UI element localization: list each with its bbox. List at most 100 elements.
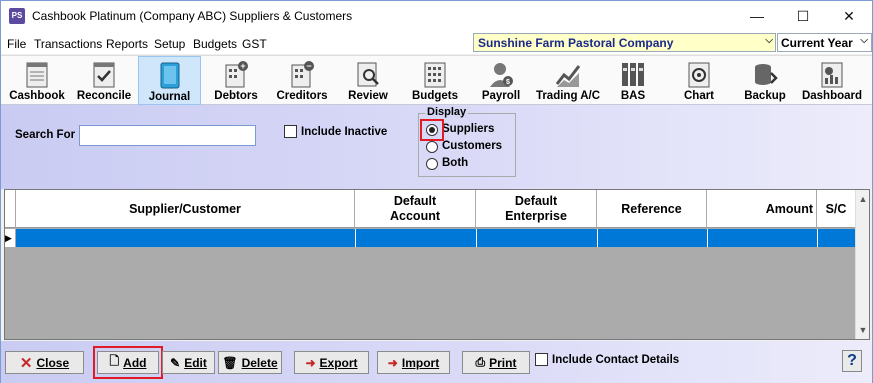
col-reference[interactable]: Reference [597, 190, 707, 228]
print-button[interactable]: ⎙ Print [462, 351, 530, 374]
toolbar-label: Budgets [412, 90, 458, 102]
close-window-button[interactable]: ✕ [826, 1, 872, 32]
toolbar-label: Backup [744, 90, 786, 102]
grid-corner [5, 190, 16, 228]
help-button[interactable]: ? [842, 350, 862, 372]
col-supplier-customer[interactable]: Supplier/Customer [16, 190, 355, 228]
row-indicator-icon: ▶ [5, 229, 16, 247]
close-button[interactable]: ✕ Close [5, 351, 84, 374]
trading-icon [555, 65, 581, 87]
import-icon: ➜ [387, 355, 398, 370]
grid-scrollbar[interactable]: ▲ ▼ [855, 190, 869, 339]
creditors-icon: − [291, 61, 314, 88]
export-button[interactable]: ➜ Export [294, 351, 369, 374]
import-button-label: Import [401, 355, 440, 370]
journal-icon [160, 62, 179, 89]
cell-divider [476, 229, 477, 247]
toolbar-review[interactable]: Review [340, 56, 396, 105]
highlight-box [93, 346, 163, 379]
include-inactive-checkbox[interactable] [284, 125, 297, 138]
close-x-icon: ✕ [19, 354, 33, 372]
menu-setup[interactable]: Setup [154, 37, 185, 51]
radio-customers[interactable] [426, 141, 438, 153]
scroll-up-icon[interactable]: ▲ [856, 192, 870, 206]
delete-button-label: Delete [241, 355, 278, 370]
toolbar-label: Trading A/C [535, 90, 601, 102]
toolbar-trading[interactable]: Trading A/C [532, 56, 604, 105]
col-amount[interactable]: Amount [707, 190, 817, 228]
backup-icon [755, 64, 778, 85]
toolbar-label: Chart [683, 90, 715, 102]
toolbar-label: Journal [148, 91, 191, 103]
debtors-icon: + [225, 61, 248, 88]
toolbar-reconcile[interactable]: Reconcile [72, 56, 136, 105]
import-button[interactable]: ➜ Import [377, 351, 450, 374]
edit-button-label: Edit [184, 355, 207, 370]
company-select[interactable]: Sunshine Farm Pastoral Company ⌵ [473, 33, 776, 52]
minimize-button[interactable]: — [734, 1, 780, 32]
toolbar-bas[interactable]: BAS [610, 56, 656, 105]
menu-transactions[interactable]: Transactions [34, 37, 102, 51]
include-contact-details-checkbox[interactable] [535, 353, 548, 366]
dashboard-icon [821, 62, 843, 88]
delete-button[interactable]: 🗑 Delete [218, 351, 282, 374]
reconcile-icon [93, 62, 115, 88]
cell-divider [817, 229, 818, 247]
radio-suppliers-label: Suppliers [442, 123, 495, 135]
toolbar-label: Cashbook [9, 90, 65, 102]
export-icon: ➜ [305, 355, 316, 370]
app-window: PS Cashbook Platinum (Company ABC) Suppl… [0, 0, 873, 383]
toolbar-payroll[interactable]: $ Payroll [475, 56, 527, 105]
toolbar-label: Dashboard [801, 90, 863, 102]
col-sc[interactable]: S/C [817, 190, 855, 228]
year-select[interactable]: Current Year ⌵ [777, 33, 872, 52]
toolbar-chart[interactable]: Chart [672, 56, 726, 105]
menu-reports[interactable]: Reports [106, 37, 148, 51]
table-row[interactable] [16, 229, 855, 247]
search-panel: Search For Include Inactive Display Supp… [1, 105, 872, 189]
toolbar-label: Payroll [481, 90, 521, 102]
trash-icon: 🗑 [222, 355, 238, 370]
budgets-icon [424, 62, 446, 88]
toolbar-journal[interactable]: Journal [138, 56, 201, 105]
radio-both-label: Both [442, 157, 469, 169]
toolbar-dashboard[interactable]: Dashboard [798, 56, 866, 105]
bas-icon [622, 63, 644, 86]
menu-file[interactable]: File [7, 37, 26, 51]
suppliers-grid[interactable]: Supplier/Customer Default Account Defaul… [4, 189, 870, 340]
grid-header: Supplier/Customer Default Account Defaul… [5, 190, 855, 228]
col-default-account[interactable]: Default Account [355, 190, 476, 228]
chevron-down-icon: ⌵ [860, 35, 868, 46]
menu-budgets[interactable]: Budgets [193, 37, 237, 51]
toolbar-debtors[interactable]: + Debtors [206, 56, 266, 105]
toolbar-label: Creditors [276, 90, 328, 102]
chart-icon [688, 62, 710, 88]
toolbar-backup[interactable]: Backup [740, 56, 790, 105]
edit-icon: ✎ [170, 355, 181, 370]
scroll-down-icon[interactable]: ▼ [856, 323, 870, 337]
maximize-button[interactable]: ☐ [780, 1, 826, 32]
col-default-enterprise[interactable]: Default Enterprise [476, 190, 597, 228]
payroll-icon: $ [490, 63, 513, 87]
company-select-value: Sunshine Farm Pastoral Company [478, 36, 674, 50]
close-button-label: Close [36, 355, 70, 370]
svg-text:+: + [240, 61, 245, 71]
radio-both[interactable] [426, 158, 438, 170]
toolbar-label: Review [348, 90, 388, 102]
window-title: Cashbook Platinum (Company ABC) Supplier… [32, 9, 353, 23]
toolbar-label: Debtors [214, 90, 258, 102]
export-button-label: Export [319, 355, 358, 370]
edit-button[interactable]: ✎ Edit [162, 351, 215, 374]
toolbar-label: BAS [620, 90, 646, 102]
app-logo-icon: PS [9, 8, 25, 24]
include-contact-details-label: Include Contact Details [552, 354, 680, 366]
bottom-bar: ✕ Close 🗋 Add ✎ Edit 🗑 Delete ➜ Export ➜… [1, 341, 872, 383]
search-input[interactable] [79, 125, 256, 146]
menu-gst[interactable]: GST [242, 37, 267, 51]
cell-divider [355, 229, 356, 247]
toolbar-creditors[interactable]: − Creditors [270, 56, 334, 105]
cell-divider [597, 229, 598, 247]
toolbar-label: Reconcile [76, 90, 132, 102]
toolbar-cashbook[interactable]: Cashbook [5, 56, 69, 105]
toolbar-budgets[interactable]: Budgets [406, 56, 464, 105]
